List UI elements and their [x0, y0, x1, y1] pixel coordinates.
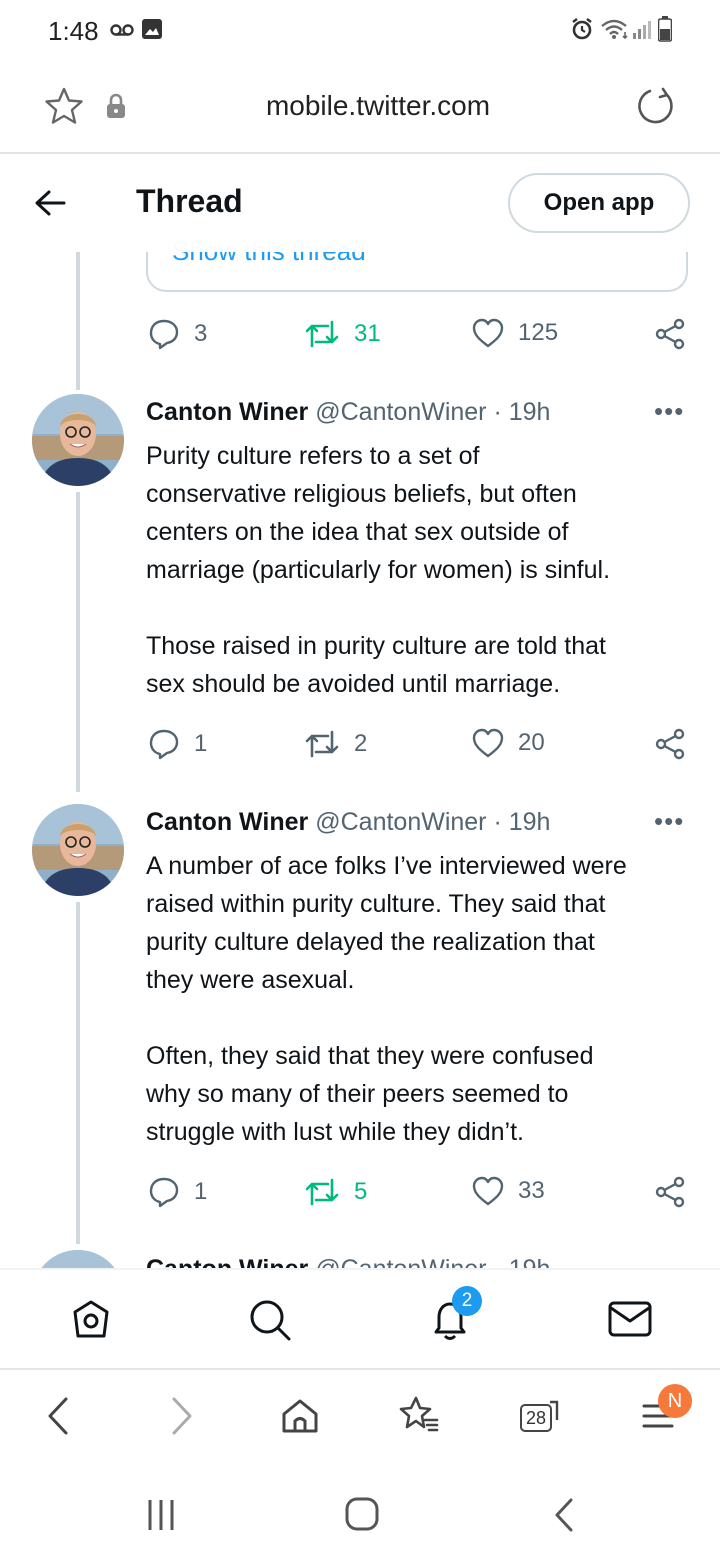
thread-connector	[76, 902, 80, 1244]
messages-icon[interactable]	[608, 1300, 652, 1343]
retweet-count: 2	[354, 730, 368, 757]
author-name[interactable]: Canton Winer	[146, 808, 308, 836]
tweet-text: A number of ace folks I’ve interviewed w…	[146, 852, 627, 1146]
alarm-icon	[570, 17, 594, 46]
like-count: 125	[518, 319, 559, 346]
reply-button[interactable]: 3	[148, 318, 207, 350]
search-icon[interactable]	[248, 1298, 292, 1347]
menu-badge: N	[658, 1384, 692, 1418]
back-arrow-icon[interactable]	[34, 188, 66, 223]
forward-chevron-icon[interactable]	[168, 1396, 196, 1441]
thread-connector	[76, 492, 80, 792]
more-options-icon[interactable]: •••	[654, 396, 684, 427]
more-options-icon[interactable]: •••	[654, 806, 684, 837]
author-handle-time[interactable]: @CantonWiner · 19h	[315, 398, 550, 426]
signal-icon	[632, 19, 652, 44]
author-name[interactable]: Canton Winer	[146, 398, 308, 426]
bookmarks-icon[interactable]	[398, 1394, 440, 1441]
reply-icon	[149, 1177, 179, 1208]
page-title: Thread	[136, 183, 243, 219]
gallery-notification-icon	[142, 19, 162, 44]
notifications-badge: 2	[452, 1286, 482, 1316]
avatar[interactable]	[32, 804, 124, 896]
heart-icon	[472, 318, 504, 348]
like-button[interactable]: 20	[472, 728, 545, 758]
retweet-button[interactable]: 2	[304, 728, 367, 760]
share-icon[interactable]	[654, 1176, 686, 1213]
home-button-icon[interactable]	[344, 1496, 380, 1537]
author-handle-time[interactable]: @CantonWiner · 19h	[315, 808, 550, 836]
heart-icon	[472, 728, 504, 758]
avatar[interactable]	[32, 394, 124, 486]
home-page-icon[interactable]	[280, 1396, 320, 1441]
share-icon[interactable]	[654, 728, 686, 765]
reply-icon	[149, 319, 179, 350]
retweet-icon	[305, 320, 339, 348]
reply-button[interactable]: 1	[148, 728, 207, 760]
tweet-author[interactable]: Canton Winer @CantonWiner · 19h	[146, 808, 550, 837]
reply-icon	[149, 729, 179, 760]
tweet-author[interactable]: Canton Winer @CantonWiner · 19h	[146, 398, 550, 427]
like-button[interactable]: 33	[472, 1176, 545, 1206]
retweet-button[interactable]: 5	[304, 1176, 367, 1208]
heart-icon	[472, 1176, 504, 1206]
back-chevron-icon[interactable]	[44, 1396, 72, 1441]
url-text[interactable]: mobile.twitter.com	[0, 90, 720, 122]
retweet-count: 31	[354, 320, 381, 347]
tweet-text: Purity culture refers to a set of conser…	[146, 442, 611, 698]
reply-button[interactable]: 1	[148, 1176, 207, 1208]
reload-icon[interactable]	[636, 86, 676, 131]
recent-apps-icon[interactable]	[146, 1498, 176, 1537]
browser-bottom-nav	[0, 1368, 720, 1464]
reply-count: 3	[194, 320, 208, 347]
wifi-icon	[600, 18, 630, 45]
reply-count: 1	[194, 730, 208, 757]
voicemail-icon	[110, 20, 134, 43]
like-count: 33	[518, 1177, 545, 1204]
home-icon[interactable]	[70, 1298, 112, 1345]
retweet-icon	[305, 1178, 339, 1206]
like-count: 20	[518, 729, 545, 756]
status-time: 1:48	[48, 16, 99, 46]
retweet-icon	[305, 730, 339, 758]
system-back-icon[interactable]	[552, 1496, 576, 1539]
retweet-count: 5	[354, 1178, 368, 1205]
like-button[interactable]: 125	[472, 318, 558, 348]
tabs-stack-icon	[548, 1400, 560, 1429]
battery-icon	[657, 16, 673, 47]
share-icon[interactable]	[654, 318, 686, 355]
thread-connector	[76, 252, 80, 390]
open-app-button[interactable]: Open app	[508, 173, 690, 233]
retweet-button[interactable]: 31	[304, 318, 381, 350]
reply-count: 1	[194, 1178, 208, 1205]
